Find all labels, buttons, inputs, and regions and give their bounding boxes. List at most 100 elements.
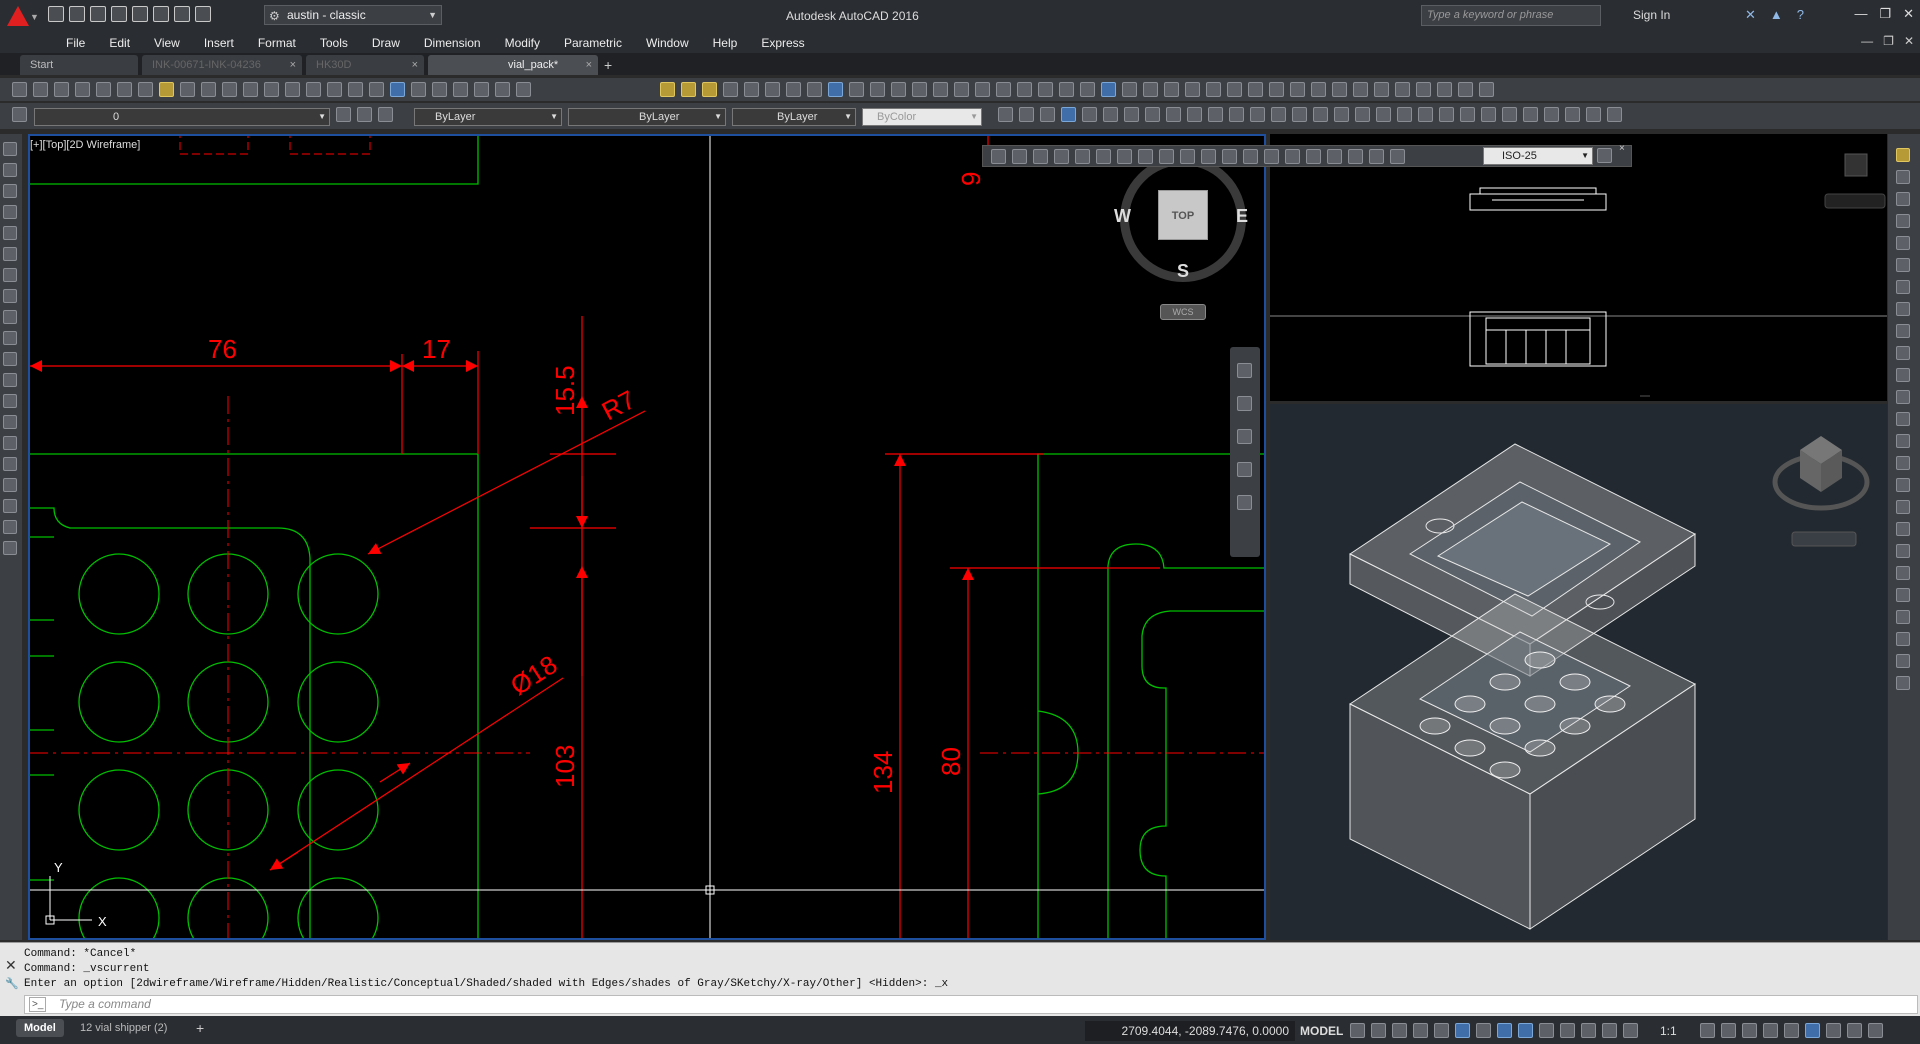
jogged-linear-icon[interactable] [1327,149,1342,164]
orbit-icon[interactable] [1237,462,1252,477]
quick-properties-icon[interactable] [1763,1023,1778,1038]
mini-viewcube-icon[interactable] [1844,153,1868,177]
layer-dropdown[interactable]: 0 ▼ [34,108,330,126]
menu-edit[interactable]: Edit [97,35,142,51]
edit-attribute-icon[interactable] [1896,632,1910,646]
shell-icon[interactable] [1586,107,1601,122]
light-icon[interactable] [1103,107,1118,122]
workspace-icon[interactable] [195,6,211,22]
menu-insert[interactable]: Insert [192,35,246,51]
dim-phi18-text[interactable]: Ø18 [505,649,563,701]
explode-icon[interactable] [1896,522,1910,536]
open-icon[interactable] [69,6,85,22]
linetype-dropdown[interactable]: ByLayer ▼ [568,108,726,126]
point-icon[interactable] [3,415,17,429]
settings-icon[interactable] [1479,82,1494,97]
radius-icon[interactable] [1075,149,1090,164]
preview-icon[interactable] [96,82,111,97]
zoom-realtime-icon[interactable] [327,82,342,97]
presspull-icon[interactable] [870,82,885,97]
left-view-icon[interactable] [1185,82,1200,97]
copy-object-icon[interactable] [1896,170,1910,184]
box-icon[interactable] [660,82,675,97]
infer-constraints-icon[interactable] [1392,1023,1407,1038]
units-icon[interactable] [1742,1023,1757,1038]
make-block-icon[interactable] [3,394,17,408]
ucs-y-icon[interactable] [1397,107,1412,122]
draw-order-icon[interactable] [1896,654,1910,668]
dim-update-icon[interactable] [1390,149,1405,164]
realistic-icon[interactable] [1061,107,1076,122]
wireframe-icon[interactable] [1019,107,1034,122]
menu-draw[interactable]: Draw [360,35,412,51]
view-icon[interactable] [1101,82,1116,97]
search-input[interactable]: Type a keyword or phrase [1421,5,1601,26]
se-iso-icon[interactable] [1290,82,1305,97]
lineweight-dropdown[interactable]: ByLayer ▼ [732,108,856,126]
array-3d-icon[interactable] [1080,82,1095,97]
wedge-icon[interactable] [681,82,696,97]
redo-icon[interactable] [174,6,190,22]
minimize-icon[interactable]: — [1861,34,1873,48]
print-icon[interactable] [132,6,148,22]
thicken-icon[interactable] [1502,107,1517,122]
cut-icon[interactable] [159,82,174,97]
top-view-icon[interactable] [1143,82,1158,97]
dim-edit-icon[interactable] [1348,149,1363,164]
cylinder-icon[interactable] [744,82,759,97]
menu-help[interactable]: Help [701,35,750,51]
mini-wcs-menu[interactable] [1791,531,1857,547]
dim-134-text[interactable]: 134 [868,751,898,794]
navigation-bar[interactable] [1230,347,1260,557]
add-tab-icon[interactable]: + [604,57,612,73]
interfere-icon[interactable] [1523,107,1538,122]
3d-osnap-icon[interactable] [1602,1023,1617,1038]
break-icon[interactable] [1896,412,1910,426]
steering-wheel-icon[interactable] [1237,363,1252,378]
object-snap-tracking-icon[interactable] [1497,1023,1512,1038]
quick-dim-icon[interactable] [1159,149,1174,164]
wcs-menu[interactable]: WCS [1160,304,1206,320]
ortho-icon[interactable] [1434,1023,1449,1038]
inspection-icon[interactable] [1306,149,1321,164]
mini-wcs-icon[interactable] [1824,193,1886,209]
chamfer-icon[interactable] [1896,456,1910,470]
layer-properties-icon[interactable] [12,107,27,122]
render-icon[interactable] [1145,107,1160,122]
plot-icon[interactable] [117,82,132,97]
tool-palettes-icon[interactable] [432,82,447,97]
edit-polyline-icon[interactable] [1896,544,1910,558]
dim-break-icon[interactable] [1243,149,1258,164]
dim-103-text[interactable]: 103 [550,745,580,788]
save-icon[interactable] [90,6,106,22]
mirror-icon[interactable] [1896,192,1910,206]
sweep-icon[interactable] [891,82,906,97]
tab-start[interactable]: Start [20,55,138,75]
quickcalc-icon[interactable] [495,82,510,97]
plus-icon[interactable] [1721,1023,1736,1038]
tab-document-1[interactable]: INK-00671-INK-04236 × [142,55,302,75]
circle-icon[interactable] [3,268,17,282]
application-menu-button[interactable]: ▼ [0,0,40,33]
center-mark-icon[interactable] [1285,149,1300,164]
showmotion-icon[interactable] [1237,495,1252,510]
grid-icon[interactable] [1350,1023,1365,1038]
color-dropdown[interactable]: ByLayer ▼ [414,108,562,126]
ucs-face-icon[interactable] [1250,107,1265,122]
move-icon[interactable] [1896,258,1910,272]
tab-document-active[interactable]: vial_pack* × [428,55,598,75]
ucs-view-icon[interactable] [1292,107,1307,122]
polygon-icon[interactable] [3,205,17,219]
dim-style-dropdown[interactable]: ISO-25 ▼ [1483,147,1593,165]
plotstyle-dropdown[interactable]: ByColor ▼ [862,108,982,126]
layout-tab-model[interactable]: Model [16,1019,64,1037]
ellipse-icon[interactable] [3,331,17,345]
undo-icon[interactable] [264,82,279,97]
loft-icon[interactable] [933,82,948,97]
ucs-x-icon[interactable] [1376,107,1391,122]
walk-icon[interactable] [1437,82,1452,97]
baseline-icon[interactable] [1180,149,1195,164]
add-selected-icon[interactable] [3,541,17,555]
front-view-icon[interactable] [1227,82,1242,97]
zoom-previous-icon[interactable] [369,82,384,97]
